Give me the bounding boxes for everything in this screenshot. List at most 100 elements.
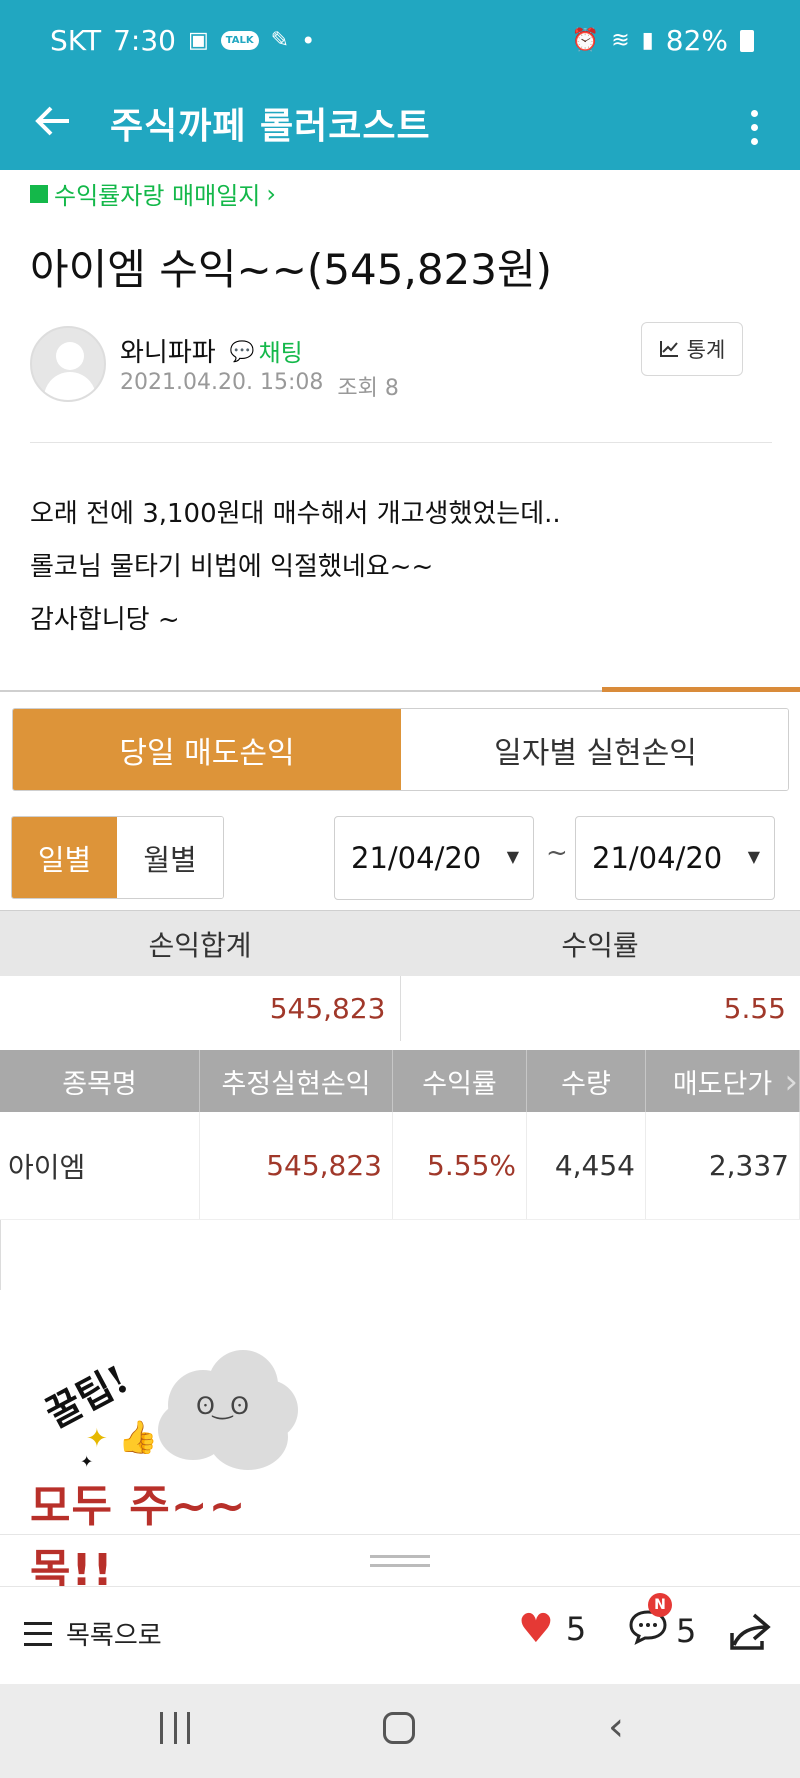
share-icon[interactable] bbox=[728, 1611, 772, 1657]
post-date: 2021.04.20. 15:08 bbox=[120, 370, 324, 395]
home-icon[interactable] bbox=[383, 1712, 415, 1744]
like-count: 5 bbox=[565, 1610, 587, 1648]
date-to-select: 21/04/20 ▼ bbox=[575, 816, 775, 900]
dropdown-caret-icon: ▼ bbox=[747, 847, 760, 866]
body-line: 감사합니당 ~ bbox=[30, 605, 180, 635]
battery-percent: 82% bbox=[665, 24, 728, 57]
drag-handle-area[interactable] bbox=[0, 1534, 800, 1586]
share-svg bbox=[730, 1613, 771, 1650]
chat-bubble-icon: 💬 bbox=[229, 338, 255, 363]
table-row: 아이엠 545,823 5.55% 4,454 2,337 bbox=[0, 1112, 800, 1220]
embed-left-border bbox=[0, 1220, 1, 1290]
summary-rate-value: 5.55 bbox=[723, 992, 786, 1025]
summary-header-total: 손익합계 bbox=[148, 928, 252, 962]
comment-bubble-icon: N bbox=[628, 1593, 672, 1652]
date-range-tilde: ~ bbox=[546, 838, 568, 868]
comment-button[interactable]: N 5 bbox=[628, 1593, 697, 1652]
board-square-icon bbox=[30, 184, 48, 203]
body-line: 롤코님 물타기 비법에 익절했네요~~ bbox=[30, 552, 434, 582]
chat-label: 채팅 bbox=[258, 339, 303, 367]
bottom-action-bar: 목록으로 ♥ 5 N 5 bbox=[0, 1586, 800, 1684]
summary-header-rate: 수익률 bbox=[561, 928, 639, 962]
cloud-face-icon: ʘ‿ʘ bbox=[196, 1392, 249, 1420]
app-bar: 주식까페 롤러코스트 bbox=[0, 82, 800, 170]
status-right: ⏰ ≋ ▮ 82% bbox=[572, 24, 754, 57]
date-to-value: 21/04/20 bbox=[592, 841, 723, 875]
profit-tabs: 당일 매도손익 일자별 실현손익 bbox=[12, 708, 789, 791]
chart-line-icon bbox=[659, 341, 678, 357]
summary-total-value: 545,823 bbox=[0, 976, 401, 1041]
sticker-image: 꿀팁! ✦ ✦ 👍 ʘ‿ʘ 모두 주~~목!! bbox=[28, 1340, 318, 1596]
heart-icon: ♥ bbox=[518, 1606, 554, 1652]
new-badge: N bbox=[648, 1593, 672, 1617]
post-body: 오래 전에 3,100원대 매수해서 개고생했었는데.. 롤코님 물타기 비법에… bbox=[30, 488, 561, 647]
sparkle-small-icon: ✦ bbox=[80, 1452, 94, 1471]
alarm-icon: ⏰ bbox=[571, 27, 600, 53]
status-left: SKT 7:30 ▣ TALK ✎ • bbox=[50, 24, 315, 57]
cell-sell-price: 2,337 bbox=[646, 1112, 800, 1219]
clock: 7:30 bbox=[113, 24, 176, 57]
post-meta: 2021.04.20. 15:08 조회 8 bbox=[120, 370, 399, 402]
cell-quantity: 4,454 bbox=[527, 1112, 646, 1219]
cloud-character-icon: ʘ‿ʘ bbox=[148, 1340, 308, 1480]
board-name: 수익률자랑 매매일지 bbox=[54, 182, 261, 210]
back-to-list-button[interactable]: 목록으로 bbox=[24, 1615, 162, 1652]
list-icon bbox=[24, 1621, 52, 1646]
signal-icon: ▮ bbox=[641, 27, 654, 53]
author-row: 와니파파 💬 채팅 bbox=[120, 332, 303, 369]
summary-table: 손익합계 수익률 545,823 5.55 bbox=[0, 910, 800, 1041]
chevron-right-icon: › bbox=[784, 1062, 798, 1102]
app-title: 주식까페 롤러코스트 bbox=[110, 106, 431, 147]
battery-icon bbox=[740, 29, 754, 52]
summary-header: 손익합계 수익률 bbox=[0, 911, 800, 976]
more-notifications-icon: • bbox=[301, 26, 316, 55]
summary-values: 545,823 5.55 bbox=[0, 976, 800, 1041]
avatar-body bbox=[44, 372, 96, 400]
back-arrow-icon[interactable] bbox=[26, 100, 80, 154]
board-link[interactable]: 수익률자랑 매매일지 › bbox=[30, 176, 276, 211]
header-estimated-profit: 추정실현손익 bbox=[200, 1050, 393, 1112]
carrier-label: SKT bbox=[50, 24, 102, 57]
header-stock-name: 종목명 bbox=[0, 1050, 200, 1112]
avatar[interactable] bbox=[30, 326, 106, 402]
cell-rate: 5.55% bbox=[393, 1112, 527, 1219]
post-title: 아이엠 수익~~(545,823원) bbox=[30, 245, 553, 294]
stats-button[interactable]: 통계 bbox=[641, 322, 743, 376]
chevron-right-icon: › bbox=[266, 179, 276, 208]
status-bar: SKT 7:30 ▣ TALK ✎ • ⏰ ≋ ▮ 82% bbox=[0, 0, 800, 82]
back-arrow-svg bbox=[35, 106, 69, 136]
more-menu-icon[interactable] bbox=[734, 100, 774, 154]
date-from-select: 21/04/20 ▼ bbox=[334, 816, 534, 900]
kakaotalk-icon: TALK bbox=[220, 31, 259, 50]
view-count: 조회 8 bbox=[337, 376, 399, 401]
pill-icon: ✎ bbox=[270, 27, 290, 53]
detail-table: 종목명 추정실현손익 수익률 수량 매도단가 › 아이엠 545,823 5.5… bbox=[0, 1050, 800, 1220]
divider bbox=[30, 442, 772, 443]
tab-realized-profit-by-date: 일자별 실현손익 bbox=[401, 709, 788, 790]
period-monthly: 월별 bbox=[117, 817, 223, 898]
body-line: 오래 전에 3,100원대 매수해서 개고생했었는데.. bbox=[30, 499, 561, 529]
like-button[interactable]: ♥ 5 bbox=[518, 1609, 586, 1649]
comment-count: 5 bbox=[676, 1611, 697, 1650]
chat-button[interactable]: 💬 채팅 bbox=[230, 333, 303, 368]
header-quantity: 수량 bbox=[527, 1050, 646, 1112]
drag-handle-icon[interactable] bbox=[370, 1555, 430, 1567]
period-toggle: 일별 월별 bbox=[11, 816, 224, 899]
author-name[interactable]: 와니파파 bbox=[120, 332, 216, 369]
avatar-head bbox=[56, 342, 84, 370]
tab-daily-sell-profit: 당일 매도손익 bbox=[13, 709, 401, 790]
header-sell-price: 매도단가 bbox=[646, 1050, 800, 1112]
header-rate: 수익률 bbox=[393, 1050, 527, 1112]
recent-apps-icon[interactable] bbox=[160, 1712, 190, 1744]
wifi-icon: ≋ bbox=[611, 27, 630, 53]
system-nav-bar: ‹ bbox=[0, 1684, 800, 1778]
stats-label: 통계 bbox=[686, 338, 726, 362]
embedded-screenshot: 당일 매도손익 일자별 실현손익 일별 월별 21/04/20 ▼ ~ 21/0… bbox=[0, 687, 800, 1290]
dropdown-caret-icon: ▼ bbox=[506, 847, 519, 866]
list-label: 목록으로 bbox=[66, 1621, 162, 1651]
system-back-icon[interactable]: ‹ bbox=[608, 1704, 624, 1750]
embed-accent-bar bbox=[602, 687, 800, 692]
cell-estimated-profit: 545,823 bbox=[200, 1112, 393, 1219]
detail-header: 종목명 추정실현손익 수익률 수량 매도단가 › bbox=[0, 1050, 800, 1112]
date-from-value: 21/04/20 bbox=[351, 841, 482, 875]
